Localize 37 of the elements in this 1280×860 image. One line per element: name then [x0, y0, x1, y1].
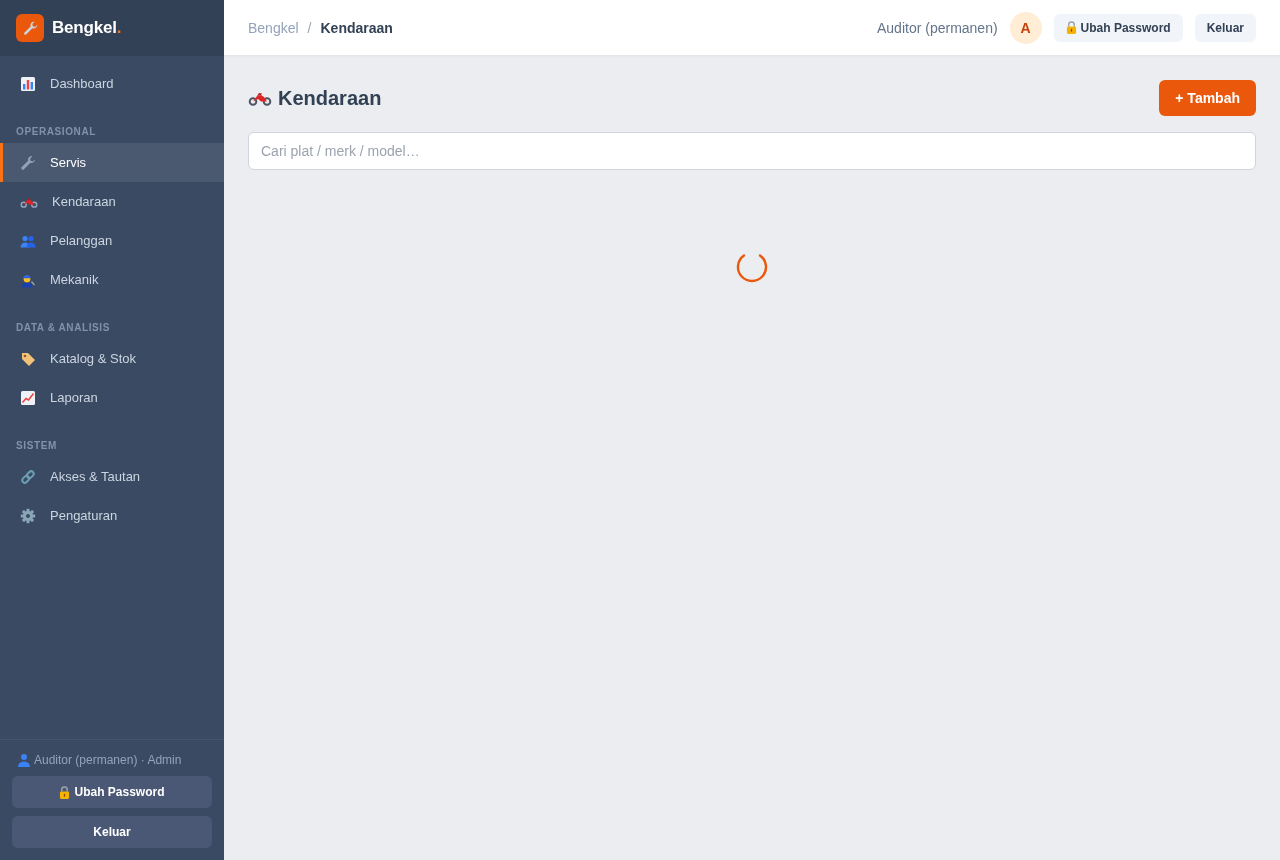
lock-icon	[1065, 21, 1077, 34]
nav-item[interactable]: Kendaraan	[0, 182, 224, 221]
wrench-icon	[20, 154, 36, 171]
lock-icon	[59, 785, 71, 799]
section-label: SISTEM	[16, 439, 58, 452]
user-name: Auditor (permanen)	[877, 19, 998, 36]
brand-name: Bengkel.	[52, 18, 122, 38]
current-page-label: Kendaraan	[320, 19, 393, 36]
page-title: Kendaraan	[278, 86, 382, 110]
logout-button[interactable]: Keluar	[12, 816, 212, 848]
nav-item[interactable]: Servis	[0, 143, 224, 182]
motorcycle-icon	[248, 90, 272, 106]
motorcycle-icon	[20, 195, 38, 208]
nav-item[interactable]: Akses & Tautan	[0, 457, 224, 496]
breadcrumb-separator: /	[307, 19, 312, 36]
nav-item[interactable]: Katalog & Stok	[0, 339, 224, 378]
wrench-logo-icon	[16, 14, 44, 42]
logout-button[interactable]: Keluar	[1194, 13, 1256, 42]
nav-item[interactable]: Pengaturan	[0, 496, 224, 535]
change-password-button[interactable]: Ubah Password	[12, 776, 212, 808]
bar-chart-icon	[20, 75, 36, 92]
user-info: Auditor (permanen) · Admin	[34, 753, 182, 767]
nav-item[interactable]: Pelanggan	[0, 221, 224, 260]
nav-item[interactable]: Laporan	[0, 378, 224, 417]
nav-item[interactable]: Dashboard	[0, 64, 224, 103]
avatar: A	[1009, 11, 1042, 44]
section-label: DATA & ANALISIS	[16, 321, 111, 334]
person-icon	[17, 753, 31, 767]
section-label: OPERASIONAL	[16, 125, 97, 138]
nav-item[interactable]: Mekanik	[0, 260, 224, 299]
change-password-button[interactable]: Ubah Password	[1053, 13, 1183, 42]
search-field[interactable]: Cari plat / merk / model…	[248, 132, 1256, 170]
line-chart-icon	[20, 389, 36, 406]
gear-icon	[20, 507, 36, 524]
add-button[interactable]: + Tambah	[1159, 80, 1256, 116]
tag-icon	[20, 350, 36, 367]
link-icon	[20, 468, 36, 485]
